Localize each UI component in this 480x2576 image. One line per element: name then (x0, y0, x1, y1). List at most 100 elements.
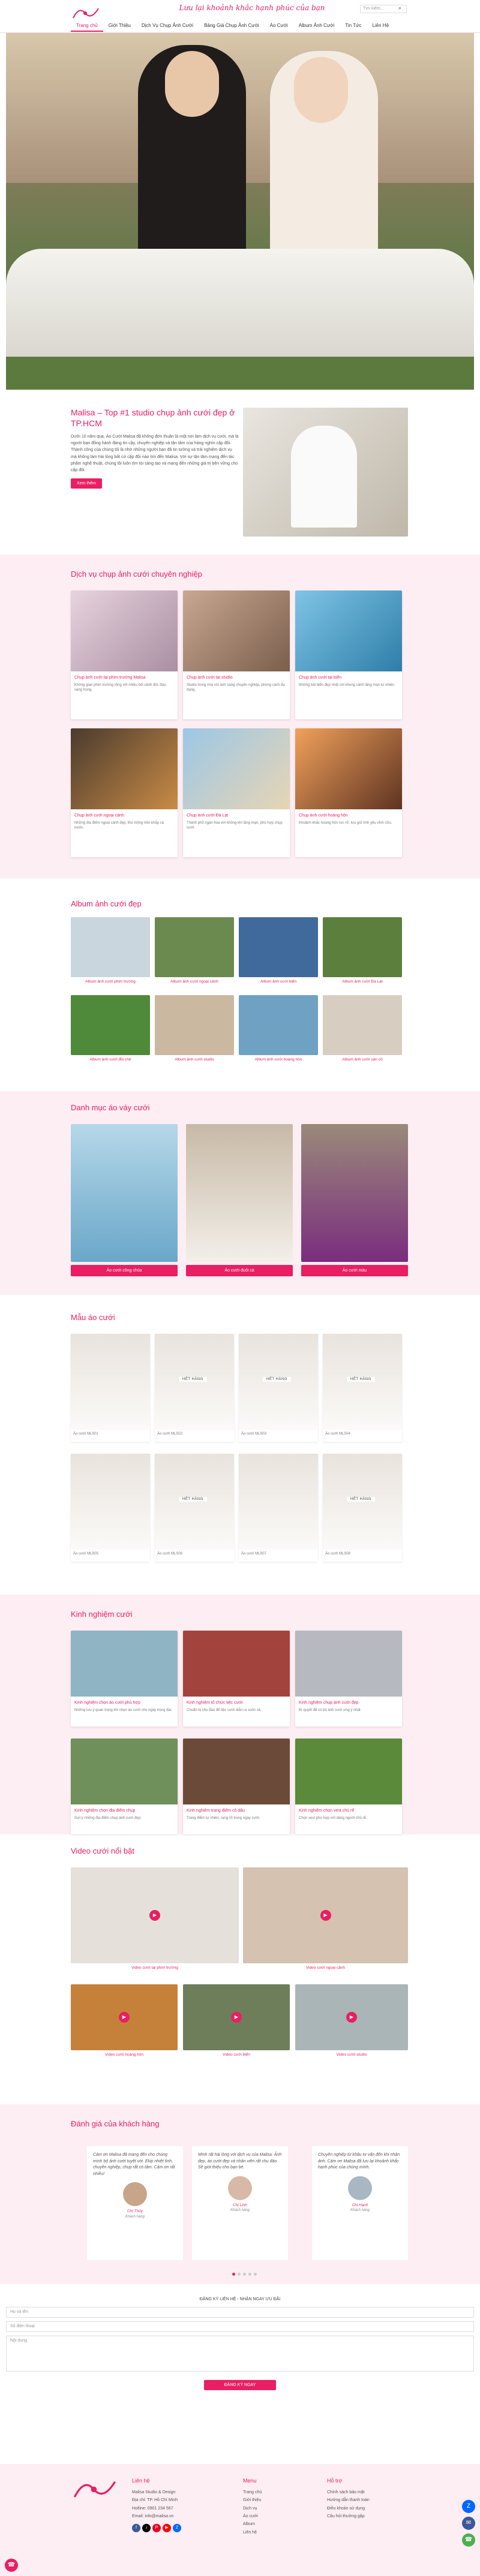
article-title[interactable]: Kinh nghiệm tổ chức tiệc cưới (183, 1697, 290, 1707)
album-caption[interactable]: Album ảnh cưới sân cỏ (323, 1057, 402, 1062)
article-card[interactable]: Kinh nghiệm chọn địa điểm chụp Gợi ý nhữn… (71, 1739, 178, 1834)
nav-news[interactable]: Tin Tức (340, 20, 367, 32)
carousel-dot[interactable] (238, 2273, 241, 2276)
play-icon[interactable]: ▶ (149, 1910, 160, 1921)
article-title[interactable]: Kinh nghiệm chọn áo cưới phù hợp (71, 1697, 178, 1707)
article-title[interactable]: Kinh nghiệm trang điểm cô dâu (183, 1804, 290, 1815)
dress-card[interactable]: Áo cưới MLS01 (71, 1334, 150, 1442)
footer-menu-item[interactable]: Liên hệ (243, 2529, 315, 2536)
nav-contact[interactable]: Liên Hệ (367, 20, 394, 32)
album-caption[interactable]: Album ảnh cưới Đà Lạt (323, 980, 402, 984)
article-card[interactable]: Kinh nghiệm trang điểm cô dâu Trang điểm … (183, 1739, 290, 1834)
hotline-float-icon[interactable]: ☎ (5, 2559, 18, 2572)
footer-menu-item[interactable]: Trang chủ (243, 2488, 315, 2496)
article-title[interactable]: Kinh nghiệm chọn vest chú rể (295, 1804, 402, 1815)
name-field[interactable]: Họ và tên (6, 2307, 474, 2318)
album-image[interactable] (71, 995, 150, 1055)
youtube-icon[interactable]: ▶ (163, 2524, 171, 2533)
album-caption[interactable]: Album ảnh cưới hoàng hôn (239, 1057, 318, 1062)
dress-card[interactable]: Áo cưới MLS06 (155, 1454, 234, 1562)
dress-name[interactable]: Áo cưới MLS07 (239, 1550, 318, 1558)
nav-about[interactable]: Giới Thiệu (103, 20, 136, 32)
category-image[interactable] (301, 1124, 408, 1262)
pinterest-icon[interactable]: P (152, 2524, 161, 2533)
album-caption[interactable]: Album ảnh cưới đồi chè (71, 1057, 150, 1062)
footer-contact-line[interactable]: Email: info@malisa.vn (132, 2512, 222, 2520)
category-image[interactable] (71, 1124, 178, 1262)
article-card[interactable]: Kinh nghiệm chọn áo cưới phù hợp Những lư… (71, 1631, 178, 1727)
phone-float-icon[interactable]: ☎ (462, 2533, 475, 2547)
video-caption[interactable]: Video cưới tại phim trường (71, 1966, 239, 1970)
carousel-dot[interactable] (243, 2273, 246, 2276)
service-card[interactable]: Chụp ảnh cưới tại biển Những bãi biển đẹp… (295, 590, 402, 719)
nav-home[interactable]: Trang chủ (71, 20, 103, 32)
category-button[interactable]: Áo cưới màu (301, 1265, 408, 1276)
search-icon[interactable]: ⌕ (398, 5, 401, 11)
service-title[interactable]: Chụp ảnh cưới tại phim trường Malisa (71, 671, 178, 682)
dress-card[interactable]: Áo cưới MLS03 (239, 1334, 318, 1442)
carousel-dot[interactable] (232, 2273, 235, 2276)
article-card[interactable]: Kinh nghiệm tổ chức tiệc cưới Chuẩn bị ch… (183, 1631, 290, 1727)
zalo-icon[interactable]: Z (173, 2524, 181, 2533)
article-card[interactable]: Kinh nghiệm chụp ảnh cưới đẹp Bí quyết để… (295, 1631, 402, 1727)
dress-name[interactable]: Áo cưới MLS06 (155, 1550, 234, 1558)
album-caption[interactable]: Album ảnh cưới phim trường (71, 980, 150, 984)
footer-menu-item[interactable]: Áo cưới (243, 2512, 315, 2520)
service-card[interactable]: Chụp ảnh cưới tại studio Studio trong nhà… (183, 590, 290, 719)
dress-card[interactable]: Áo cưới MLS07 (239, 1454, 318, 1562)
play-icon[interactable]: ▶ (320, 1910, 331, 1921)
dress-name[interactable]: Áo cưới MLS04 (323, 1430, 402, 1438)
album-image[interactable] (155, 917, 234, 977)
nav-dresses[interactable]: Áo Cưới (265, 20, 293, 32)
category-button[interactable]: Áo cưới công chúa (71, 1265, 178, 1276)
album-image[interactable] (323, 917, 402, 977)
album-image[interactable] (239, 995, 318, 1055)
zalo-float-icon[interactable]: Z (462, 2500, 475, 2513)
footer-menu-item[interactable]: Album (243, 2520, 315, 2528)
dress-name[interactable]: Áo cưới MLS02 (155, 1430, 234, 1438)
footer-support-item[interactable]: Điều khoản sử dụng (327, 2505, 408, 2512)
video-caption[interactable]: Video cưới studio (295, 2053, 408, 2057)
album-image[interactable] (71, 917, 150, 977)
footer-support-item[interactable]: Hướng dẫn thanh toán (327, 2496, 408, 2504)
nav-pricing[interactable]: Bảng Giá Chụp Ảnh Cưới (199, 20, 265, 32)
video-caption[interactable]: Video cưới ngoại cảnh (243, 1966, 408, 1970)
footer-menu-item[interactable]: Dịch vụ (243, 2505, 315, 2512)
service-card[interactable]: Chụp ảnh cưới hoàng hôn Khoảnh khắc hoàng… (295, 728, 402, 857)
service-title[interactable]: Chụp ảnh cưới tại studio (183, 671, 290, 682)
carousel-dot[interactable] (254, 2273, 257, 2276)
article-card[interactable]: Kinh nghiệm chọn vest chú rể Chọn vest ph… (295, 1739, 402, 1834)
video-caption[interactable]: Video cưới hoàng hôn (71, 2053, 178, 2057)
footer-menu-item[interactable]: Giới thiệu (243, 2496, 315, 2504)
album-caption[interactable]: Album ảnh cưới ngoại cảnh (155, 980, 234, 984)
dress-name[interactable]: Áo cưới MLS03 (239, 1430, 318, 1438)
album-caption[interactable]: Album ảnh cưới studio (155, 1057, 234, 1062)
dress-name[interactable]: Áo cưới MLS01 (71, 1430, 150, 1438)
album-caption[interactable]: Album ảnh cưới biển (239, 980, 318, 984)
nav-albums[interactable]: Album Ảnh Cưới (293, 20, 340, 32)
service-title[interactable]: Chụp ảnh cưới hoàng hôn (295, 809, 402, 820)
dress-card[interactable]: Áo cưới MLS04 (323, 1334, 402, 1442)
service-title[interactable]: Chụp ảnh cưới ngoại cảnh (71, 809, 178, 820)
carousel-dot[interactable] (248, 2273, 251, 2276)
phone-field[interactable]: Số điện thoại (6, 2321, 474, 2332)
dress-name[interactable]: Áo cưới MLS05 (71, 1550, 150, 1558)
messenger-float-icon[interactable]: ✉ (462, 2517, 475, 2530)
dress-name[interactable]: Áo cưới MLS08 (323, 1550, 402, 1558)
article-title[interactable]: Kinh nghiệm chụp ảnh cưới đẹp (295, 1697, 402, 1707)
category-image[interactable] (186, 1124, 293, 1262)
album-image[interactable] (239, 917, 318, 977)
intro-more-button[interactable]: Xem thêm (71, 478, 102, 489)
service-title[interactable]: Chụp ảnh cưới tại biển (295, 671, 402, 682)
article-title[interactable]: Kinh nghiệm chọn địa điểm chụp (71, 1804, 178, 1815)
service-title[interactable]: Chụp ảnh cưới Đà Lạt (183, 809, 290, 820)
service-card[interactable]: Chụp ảnh cưới ngoại cảnh Những địa điểm n… (71, 728, 178, 857)
footer-support-item[interactable]: Chính sách bảo mật (327, 2488, 408, 2496)
submit-button[interactable]: ĐĂNG KÝ NGAY (204, 2380, 276, 2390)
album-image[interactable] (155, 995, 234, 1055)
footer-contact-line[interactable]: Hotline: 0901 234 567 (132, 2505, 222, 2512)
play-icon[interactable]: ▶ (231, 2012, 242, 2023)
service-card[interactable]: Chụp ảnh cưới tại phim trường Malisa Khôn… (71, 590, 178, 719)
footer-logo[interactable] (71, 2476, 119, 2503)
dress-card[interactable]: Áo cưới MLS05 (71, 1454, 150, 1562)
